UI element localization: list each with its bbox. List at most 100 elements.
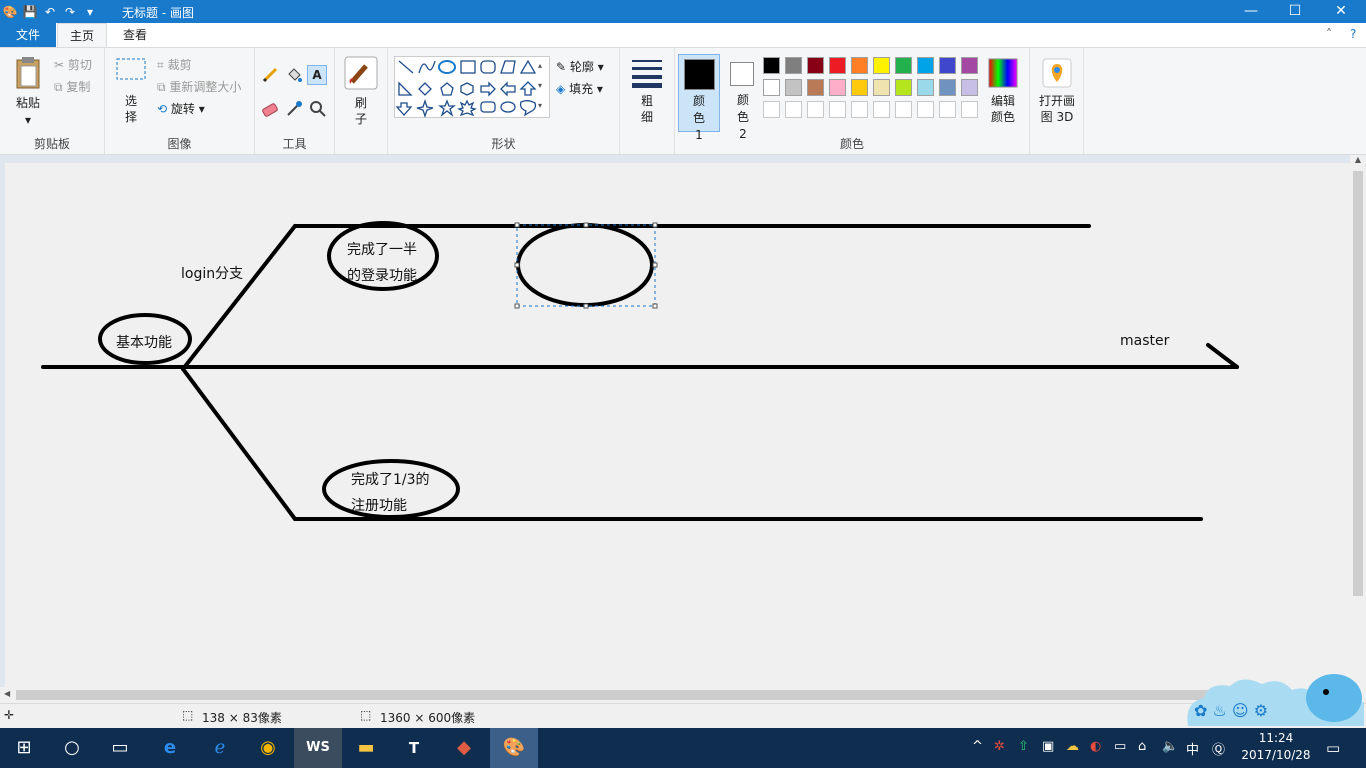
brush-button[interactable]: 刷子 (341, 56, 381, 127)
help-icon[interactable]: ? (1350, 27, 1356, 41)
taskbar: ⊞ ○ ▭ e ℯ ◉ WS ▬ T ◆ 🎨 ^ ✲ ⇧ ▣ ☁ ◐ ▭ ⌂ 🔈… (0, 728, 1366, 768)
color2-button[interactable]: 颜色 2 (723, 54, 765, 141)
vertical-scrollbar[interactable]: ▲ (1350, 155, 1366, 687)
volume-icon[interactable]: 🔈 (1162, 739, 1178, 754)
palette-swatch[interactable] (763, 101, 780, 118)
file-explorer-icon[interactable]: ▬ (342, 728, 390, 768)
tray-cloud-icon[interactable]: ☁ (1066, 739, 1079, 754)
tray-antivirus-icon[interactable]: ◐ (1090, 739, 1101, 754)
palette-swatch[interactable] (851, 101, 868, 118)
internet-explorer-icon[interactable]: ℯ (196, 728, 244, 768)
search-icon[interactable]: ○ (48, 728, 96, 768)
tray-battery-icon[interactable]: ▭ (1114, 739, 1126, 754)
tray-monitor-icon[interactable]: ▣ (1042, 739, 1054, 754)
undo-icon[interactable]: ↶ (40, 5, 60, 19)
tab-home[interactable]: 主页 (57, 23, 107, 47)
copy-button[interactable]: ⧉ 复制 (54, 78, 90, 95)
crop-button[interactable]: ⌗ 裁剪 (157, 56, 192, 73)
palette-swatch[interactable] (807, 57, 824, 74)
palette-swatch[interactable] (785, 57, 802, 74)
palette-swatch[interactable] (895, 57, 912, 74)
outline-button[interactable]: ✎ 轮廓 ▾ (556, 58, 604, 75)
palette-swatch[interactable] (785, 101, 802, 118)
palette-swatch[interactable] (939, 101, 956, 118)
palette-swatch[interactable] (873, 57, 890, 74)
resize-button[interactable]: ⧉ 重新调整大小 (157, 78, 241, 95)
magnifier-icon[interactable] (309, 100, 327, 118)
palette-swatch[interactable] (873, 79, 890, 96)
palette-swatch[interactable] (939, 57, 956, 74)
tray-q-icon[interactable]: Ⓠ (1212, 739, 1225, 758)
horizontal-scroll-thumb[interactable] (16, 690, 1336, 700)
vertical-scroll-thumb[interactable] (1353, 171, 1363, 596)
palette-swatch[interactable] (807, 79, 824, 96)
network-icon[interactable]: ⌂ (1138, 739, 1146, 754)
select-button[interactable]: 选择 (111, 56, 151, 125)
typora-icon[interactable]: T (390, 728, 438, 768)
palette-swatch[interactable] (961, 79, 978, 96)
tray-expand-icon[interactable]: ^ (972, 739, 983, 754)
paint-taskbar-icon[interactable]: 🎨 (490, 728, 538, 768)
line-width-icon (632, 60, 662, 88)
paste-button[interactable]: 粘贴 ▾ (8, 56, 48, 129)
git-client-icon[interactable]: ◆ (440, 728, 488, 768)
palette-swatch[interactable] (917, 57, 934, 74)
chrome-icon[interactable]: ◉ (244, 728, 292, 768)
rotate-button[interactable]: ⟲ 旋转 ▾ (157, 100, 205, 117)
ime-indicator[interactable]: 中 (1186, 739, 1199, 758)
edit-colors-button[interactable]: 编辑颜色 (985, 58, 1021, 125)
palette-swatch[interactable] (961, 101, 978, 118)
tab-file[interactable]: 文件 (0, 23, 56, 47)
horizontal-scrollbar[interactable]: ◀ (0, 687, 1350, 703)
palette-swatch[interactable] (895, 101, 912, 118)
clock[interactable]: 11:24 2017/10/28 (1236, 730, 1316, 764)
pencil-icon[interactable] (261, 66, 279, 84)
shapes-scroll-arrows[interactable]: ▴ ▾ ▾ (538, 56, 542, 116)
tray-upload-icon[interactable]: ⇧ (1018, 739, 1029, 754)
palette-swatch[interactable] (895, 79, 912, 96)
cut-button[interactable]: ✂ 剪切 (54, 56, 92, 73)
size-button[interactable]: 粗细 (628, 58, 666, 125)
save-icon[interactable]: 💾 (20, 5, 40, 19)
edge-icon[interactable]: e (146, 728, 194, 768)
drawing-canvas[interactable]: login分支 基本功能 完成了一半 的登录功能 完成了1/3的 注册功能 ma… (5, 163, 1350, 687)
minimize-button[interactable]: — (1228, 0, 1274, 23)
palette-swatch[interactable] (807, 101, 824, 118)
close-button[interactable]: ✕ (1318, 0, 1364, 23)
tab-view[interactable]: 查看 (112, 23, 158, 47)
palette-swatch[interactable] (939, 79, 956, 96)
tray-virus-icon[interactable]: ✲ (994, 739, 1005, 754)
palette-swatch[interactable] (851, 57, 868, 74)
scroll-left-icon[interactable]: ◀ (4, 689, 10, 698)
login-progress-line2: 的登录功能 (347, 268, 417, 284)
palette-swatch[interactable] (873, 101, 890, 118)
maximize-button[interactable]: ☐ (1272, 0, 1318, 23)
open-paint3d-button[interactable]: 打开画图 3D (1034, 58, 1080, 125)
palette-swatch[interactable] (851, 79, 868, 96)
palette-swatch[interactable] (917, 101, 934, 118)
palette-swatch[interactable] (829, 57, 846, 74)
palette-swatch[interactable] (785, 79, 802, 96)
canvas-area: login分支 基本功能 完成了一半 的登录功能 完成了1/3的 注册功能 ma… (0, 155, 1350, 687)
palette-swatch[interactable] (763, 57, 780, 74)
fill-bucket-icon[interactable] (285, 66, 303, 84)
redo-icon[interactable]: ↷ (60, 5, 80, 19)
eraser-icon[interactable] (261, 100, 279, 118)
palette-swatch[interactable] (829, 79, 846, 96)
start-button[interactable]: ⊞ (0, 728, 48, 768)
palette-swatch[interactable] (763, 79, 780, 96)
palette-swatch[interactable] (829, 101, 846, 118)
palette-swatch[interactable] (961, 57, 978, 74)
customize-qat-icon[interactable]: ▾ (80, 5, 100, 19)
collapse-ribbon-icon[interactable]: ˄ (1326, 27, 1332, 41)
color1-button[interactable]: 颜色 1 (678, 54, 720, 142)
text-tool-icon[interactable]: A (307, 65, 327, 85)
shapes-gallery[interactable] (394, 56, 550, 119)
webstorm-icon[interactable]: WS (294, 728, 342, 768)
scroll-up-icon[interactable]: ▲ (1350, 155, 1366, 164)
color-picker-icon[interactable] (285, 100, 303, 118)
fill-button[interactable]: ◈ 填充 ▾ (556, 80, 603, 97)
palette-swatch[interactable] (917, 79, 934, 96)
notification-icon[interactable]: ▭ (1326, 739, 1340, 757)
task-view-icon[interactable]: ▭ (96, 728, 144, 768)
